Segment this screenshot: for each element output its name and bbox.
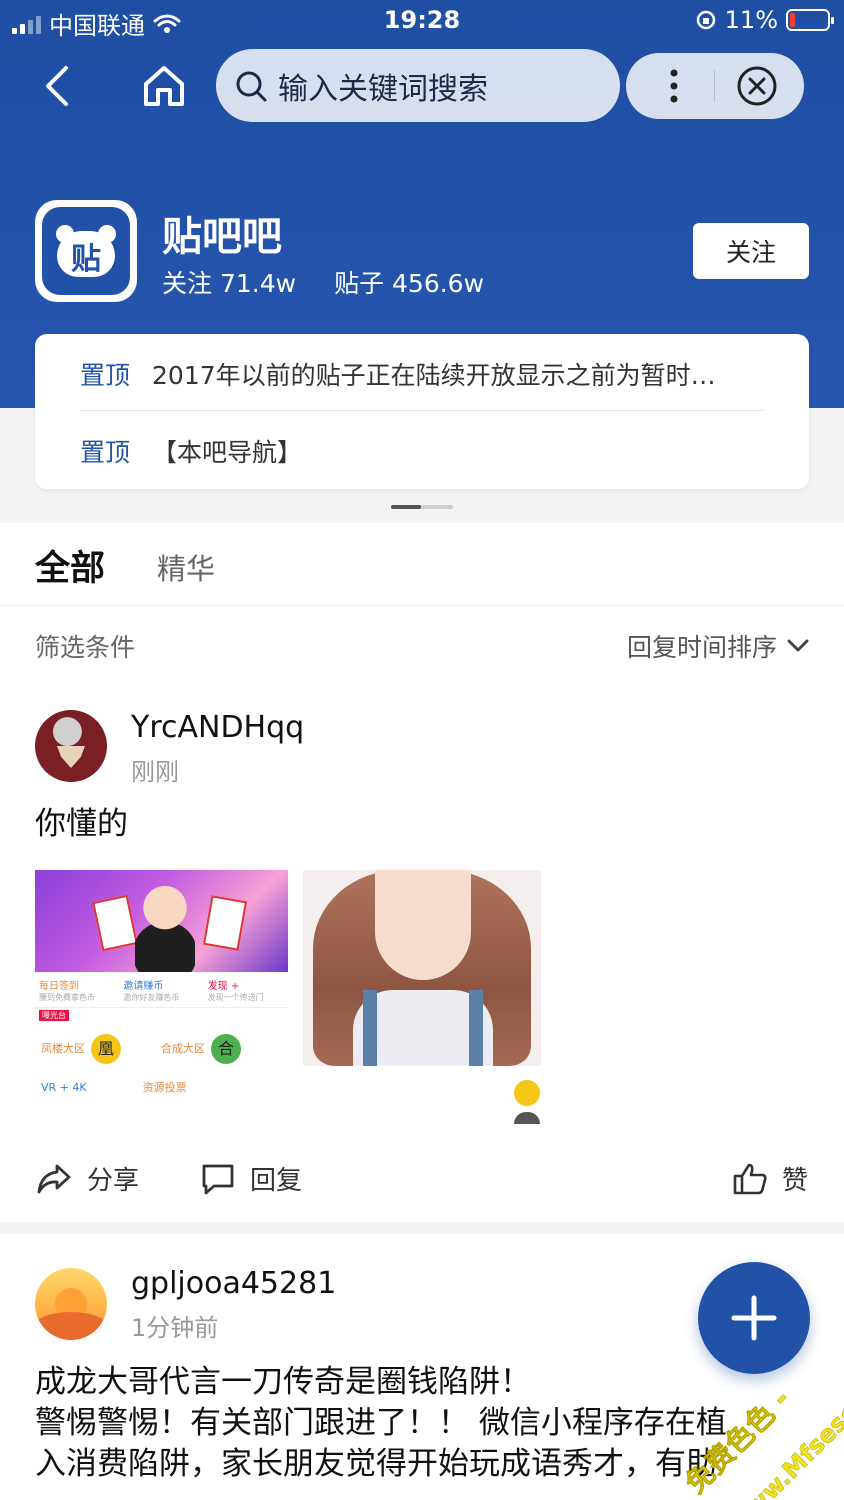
image-badge-icon [514, 1112, 540, 1124]
back-button[interactable] [38, 62, 78, 110]
forum-name: 贴吧吧 [162, 214, 282, 260]
post-text-line: 入消费陷阱，家长朋友觉得开始玩成语秀才，有助 [35, 1446, 717, 1482]
image-zone-label: 凤楼大区凰 [41, 1034, 121, 1064]
post-username[interactable]: gpljooa45281 [131, 1266, 336, 1301]
sort-label: 回复时间排序 [626, 633, 777, 662]
new-post-button[interactable] [698, 1262, 810, 1374]
post-time: 1分钟前 [131, 1314, 219, 1342]
image-cell-sub: 邀你好友赚色币 [123, 993, 180, 1002]
capsule-divider [714, 70, 715, 102]
forum-stats: 关注 71.4w 贴子 456.6w [162, 264, 484, 300]
image-cell-sub: 獲到免費拿色币 [39, 993, 95, 1002]
post-count: 贴子 456.6w [334, 269, 485, 298]
forum-logo: 贴 [35, 200, 137, 302]
reply-button[interactable]: 回复 [200, 1160, 302, 1197]
post-image[interactable]: 每日签到 獲到免費拿色币 邀请赚币 邀你好友赚色币 发现 + 发现一个传送门 曝… [35, 870, 288, 1122]
post-separator [0, 1222, 844, 1234]
post-text-line: 成龙大哥代言一刀传奇是圈钱陷阱！ [35, 1364, 531, 1400]
follow-button[interactable]: 关注 [693, 223, 809, 279]
image-zone-label: 合成大区合 [161, 1034, 241, 1064]
search-icon [236, 71, 267, 101]
reply-label: 回复 [250, 1166, 303, 1196]
image-cell-title: 每日签到 [39, 981, 79, 992]
image-cell: 发现 + 发现一个传送门 [204, 974, 288, 1007]
status-right: 11% [695, 6, 834, 34]
image-badge-icon [514, 1080, 540, 1106]
pinned-title: 2017年以前的贴子正在陆续开放显示之前为暂时… [152, 361, 716, 390]
thumbs-up-icon [733, 1163, 767, 1194]
avatar[interactable] [35, 710, 107, 782]
image-cell: 邀请赚币 邀你好友赚色币 [119, 974, 203, 1007]
image-cell: 每日签到 獲到免費拿色币 [35, 974, 119, 1007]
post-username[interactable]: YrcANDHqq [131, 710, 304, 745]
post-image[interactable] [303, 870, 541, 1066]
share-icon [37, 1164, 71, 1193]
post-time: 刚刚 [131, 758, 179, 786]
pinned-title: 【本吧导航】 [152, 438, 303, 467]
pinned-divider [80, 410, 764, 411]
more-button[interactable] [664, 69, 684, 103]
tab-all[interactable]: 全部 [35, 540, 105, 591]
image-cell-sub: 发现一个传送门 [207, 993, 264, 1002]
post-text[interactable]: 成龙大哥代言一刀传奇是圈钱陷阱！ 警惕警惕！有关部门跟进了！！ 微信小程序存在植… [35, 1362, 727, 1485]
post-text[interactable]: 你懂的 [35, 804, 128, 845]
search-input[interactable]: 输入关键词搜索 [216, 49, 620, 122]
pinned-item[interactable]: 置顶 【本吧导航】 [80, 431, 302, 471]
pinned-item[interactable]: 置顶 2017年以前的贴子正在陆续开放显示之前为暂时… [80, 354, 716, 394]
watermark-line2: www.Mfsese.com [724, 1351, 844, 1500]
avatar[interactable] [35, 1268, 107, 1340]
home-icon [144, 66, 184, 106]
battery-icon [786, 9, 834, 31]
follow-count: 关注 71.4w [162, 269, 297, 298]
chevron-down-icon [787, 639, 809, 652]
sort-dropdown[interactable]: 回复时间排序 [627, 628, 809, 664]
battery-percent: 11% [724, 6, 778, 34]
plus-icon [731, 1295, 777, 1341]
miniprogram-capsule [626, 53, 804, 119]
filter-button[interactable]: 筛选条件 [35, 628, 135, 664]
image-cell-title: 发现 + [207, 981, 240, 992]
share-button[interactable]: 分享 [35, 1160, 139, 1197]
more-dots-icon [670, 69, 678, 103]
image-cell-title: 邀请赚币 [123, 981, 164, 992]
pinned-tag: 置顶 [80, 438, 131, 467]
search-placeholder: 输入关键词搜索 [278, 71, 488, 107]
post-text-line: 警惕警惕！有关部门跟进了！！ 微信小程序存在植 [35, 1405, 727, 1441]
pinned-card: 置顶 2017年以前的贴子正在陆续开放显示之前为暂时… 置顶 【本吧导航】 [35, 334, 809, 489]
like-button[interactable]: 赞 [732, 1160, 808, 1197]
share-label: 分享 [87, 1166, 140, 1196]
comment-icon [202, 1164, 234, 1194]
image-notice-tag: 曝光台 [39, 1010, 69, 1021]
post-image-banner [35, 870, 288, 972]
forum-logo-glyph: 贴 [71, 242, 101, 277]
close-button[interactable] [736, 65, 778, 107]
image-zone-label: VR + 4K [41, 1080, 87, 1094]
image-zone-label: 资源投票 [142, 1081, 187, 1094]
orientation-lock-icon [696, 10, 715, 30]
home-button[interactable] [140, 62, 188, 110]
pinned-tag: 置顶 [80, 361, 131, 390]
like-label: 赞 [782, 1166, 809, 1196]
pinned-page-indicator [391, 505, 453, 509]
status-bar: 中国联通 19:28 11% [0, 0, 844, 40]
chevron-left-icon [46, 66, 68, 106]
tab-best[interactable]: 精华 [157, 546, 215, 588]
close-circle-icon [737, 66, 777, 106]
tabs-divider [0, 605, 844, 606]
